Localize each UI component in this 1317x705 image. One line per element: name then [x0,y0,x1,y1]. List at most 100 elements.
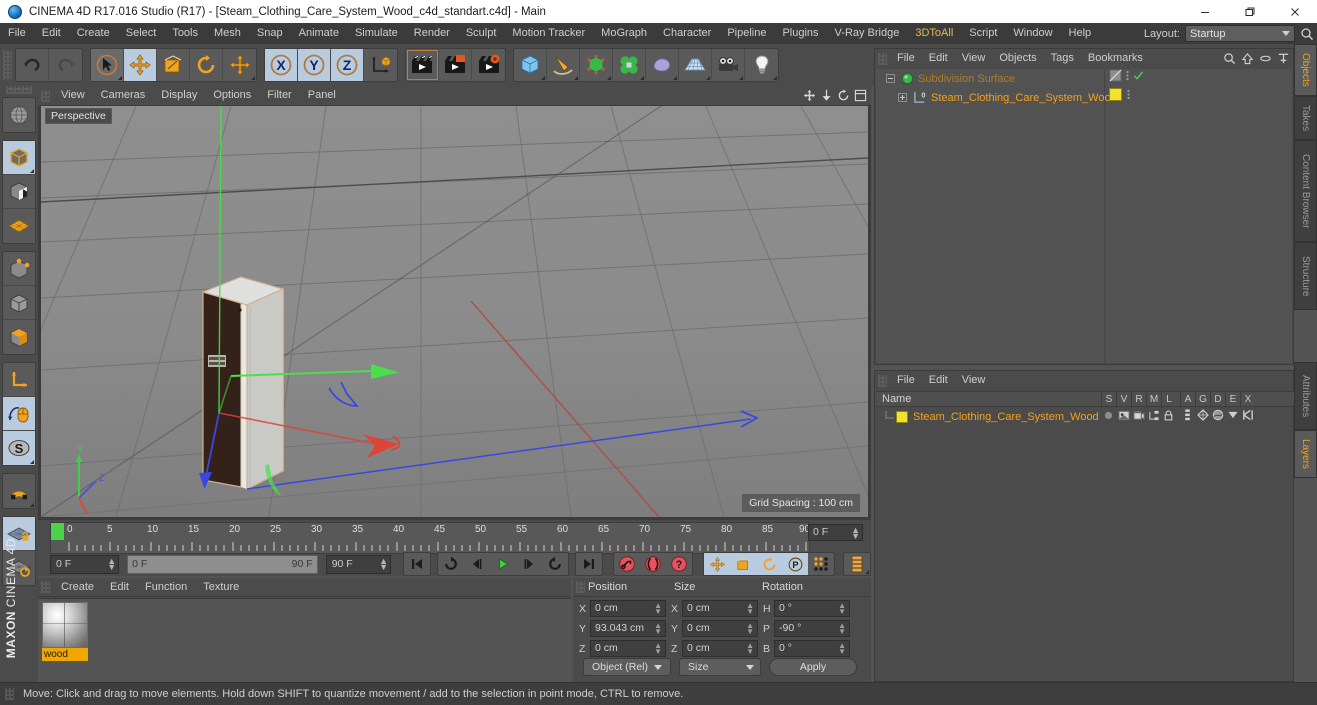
menu-item-plugins[interactable]: Plugins [774,23,826,44]
spinner-icon[interactable]: ▲ ▼ [746,602,754,616]
rotation-b-field[interactable]: 0 ° ▲ ▼ [774,640,850,657]
record-active-objects-button[interactable] [614,553,640,575]
soft-selection-button[interactable]: S [3,431,35,465]
size-mode-dropdown[interactable]: Size [679,658,761,676]
layer-row[interactable]: Steam_Clothing_Care_System_Wood [876,408,1294,426]
dots-icon[interactable] [1125,69,1130,82]
menu-item-3dtoall[interactable]: 3DToAll [907,23,961,44]
preview-end-field[interactable]: 90 F ▲ ▼ [325,554,392,574]
vtab-layers[interactable]: Layers [1294,430,1317,478]
edges-mode-button[interactable] [3,286,35,320]
go-to-end-button[interactable] [576,553,602,575]
column-e[interactable]: E [1225,392,1240,408]
menu-item-tools[interactable]: Tools [164,23,206,44]
play-forwards-button[interactable] [490,553,516,575]
column-d[interactable]: D [1210,392,1225,408]
column-v[interactable]: V [1116,392,1131,408]
left-toolbar-grip[interactable] [6,86,32,94]
previous-frame-button[interactable] [464,553,490,575]
object-menu-file[interactable]: File [890,49,922,68]
size-x-field[interactable]: 0 cm ▲ ▼ [682,600,758,617]
vtab-structure[interactable]: Structure [1294,242,1317,310]
layout-dropdown[interactable]: Startup [1185,25,1295,42]
column-r[interactable]: R [1131,392,1146,408]
minimize-icon[interactable] [1182,0,1227,23]
layer-menu-view[interactable]: View [955,371,993,390]
vtab-objects[interactable]: Objects [1294,44,1317,96]
object-menu-tags[interactable]: Tags [1044,49,1081,68]
menu-item-create[interactable]: Create [69,23,118,44]
timeline-display-button[interactable] [844,553,870,575]
material-menu-function[interactable]: Function [137,578,195,597]
scale-tool[interactable] [157,49,190,81]
menu-item-file[interactable]: File [0,23,34,44]
keyframe-selection-button[interactable]: ? [666,553,692,575]
model-mode-button[interactable] [3,141,35,175]
manager-icon[interactable] [1146,410,1161,421]
menu-item-edit[interactable]: Edit [34,23,69,44]
points-mode-button[interactable] [3,252,35,286]
position-y-field[interactable]: 93.043 cm ▲ ▼ [590,620,666,637]
play-forward-loop-button[interactable] [542,553,568,575]
viewport-zoom-icon[interactable] [820,89,833,102]
spinner-icon[interactable]: ▲ ▼ [379,556,388,571]
go-to-start-button[interactable] [404,553,430,575]
menu-item-snap[interactable]: Snap [249,23,291,44]
object-manager-grip[interactable] [878,52,887,65]
view-icon[interactable] [1116,410,1131,421]
undo-button[interactable] [16,49,49,81]
size-y-field[interactable]: 0 cm ▲ ▼ [682,620,758,637]
menu-item-script[interactable]: Script [961,23,1005,44]
search-icon[interactable] [1300,27,1314,41]
viewport-canvas[interactable]: Y Z Perspective Grid Spacing: 100 cm [41,106,868,517]
viewport-grip[interactable] [41,89,50,102]
menu-item-mograph[interactable]: MoGraph [593,23,655,44]
subdivision-tag-icon[interactable] [1109,69,1122,82]
green-check-icon[interactable] [1133,70,1144,81]
spinner-icon[interactable]: ▲ ▼ [838,622,846,636]
current-frame-field[interactable]: 0 F ▲ ▼ [50,554,120,574]
menu-item-sculpt[interactable]: Sculpt [458,23,505,44]
dynamic-place-tool[interactable] [223,49,256,81]
material-menu-edit[interactable]: Edit [102,578,137,597]
play-backwards-button[interactable] [438,553,464,575]
viewport-move-icon[interactable] [803,89,816,102]
menu-item-select[interactable]: Select [118,23,165,44]
enable-axis-button[interactable] [3,397,35,431]
viewport-menu-view[interactable]: View [53,86,93,105]
spinner-icon[interactable]: ▲ ▼ [654,602,662,616]
xpresso-icon[interactable] [1240,409,1255,421]
material-menu-texture[interactable]: Texture [195,578,247,597]
add-deformer-object[interactable] [613,49,646,81]
maximize-icon[interactable] [1227,0,1272,23]
add-spline-object[interactable] [547,49,580,81]
current-frame-marker[interactable] [51,523,64,540]
solo-dot-icon[interactable] [1101,411,1116,420]
autokeying-button[interactable] [640,553,666,575]
material-item-wood[interactable]: wood [42,602,88,661]
object-menu-view[interactable]: View [955,49,993,68]
dots-icon[interactable] [1126,88,1131,101]
column-l[interactable]: L [1161,392,1176,408]
status-bar-grip[interactable] [5,688,14,700]
add-cube-object[interactable] [514,49,547,81]
world-object-coordinate-toggle[interactable] [364,49,397,81]
render-view-button[interactable] [406,49,439,81]
menu-item-pipeline[interactable]: Pipeline [719,23,774,44]
rotation-key-toggle[interactable] [756,553,783,575]
close-icon[interactable] [1272,0,1317,23]
material-list[interactable]: wood [38,598,571,682]
hide-dots-icon[interactable] [1259,52,1272,65]
coordinates-grip[interactable] [576,581,585,593]
object-tree[interactable]: Subdivision Surface 0 Steam_Clothing_Car… [876,69,1292,363]
position-key-toggle[interactable] [704,553,731,575]
position-z-field[interactable]: 0 cm ▲ ▼ [590,640,666,657]
expression-icon[interactable] [1225,410,1240,420]
menu-item-render[interactable]: Render [406,23,458,44]
viewport-rotate-icon[interactable] [837,89,850,102]
point-level-animation-toggle[interactable] [808,553,834,575]
layer-menu-file[interactable]: File [890,371,922,390]
collapse-minus-icon[interactable] [886,74,895,83]
expand-plus-icon[interactable] [898,93,907,102]
object-row-subdivision-surface[interactable]: Subdivision Surface [876,69,1292,88]
